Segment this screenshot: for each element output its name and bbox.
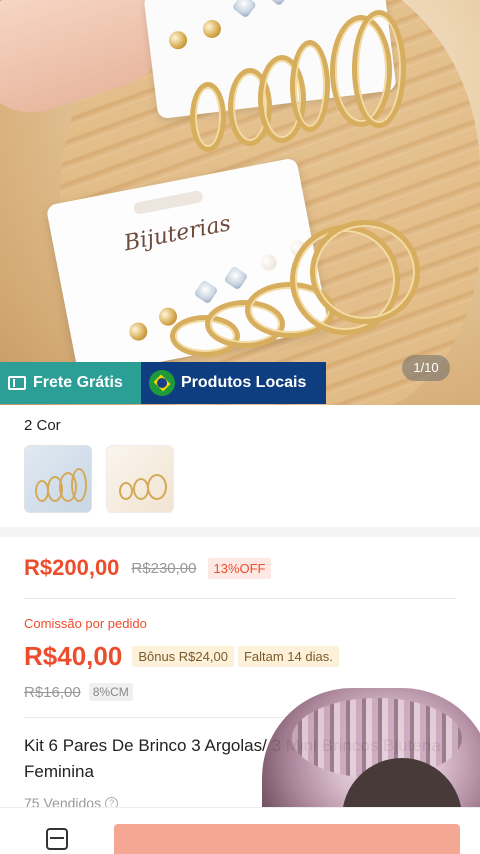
free-shipping-badge: Frete Grátis [0,362,141,404]
store-icon[interactable] [46,828,68,850]
variant-thumbnail-2[interactable] [106,445,174,513]
ticket-icon [8,376,26,390]
hoop-earring [71,468,87,502]
price-row: R$200,00 R$230,00 13%OFF [24,555,271,581]
divider-line [24,598,456,599]
pearl-earring [259,253,278,272]
brazil-flag-icon [149,370,175,396]
gem-earring [265,0,291,7]
bottom-action-bar [0,807,480,854]
variant-thumbnail-1[interactable] [24,445,92,513]
stud-earring [127,321,149,343]
commission-rate-badge: 8%CM [88,683,133,701]
primary-action-button[interactable] [114,824,460,854]
stud-earring [168,30,189,51]
original-price: R$230,00 [131,559,197,577]
product-page: Bijuterias 1/10 Frete Grátis Produtos Lo… [0,0,480,854]
hoop-earring [190,82,226,152]
commission-row: R$40,00 Bônus R$24,00 Faltam 14 dias. [24,641,339,672]
variant-title: 2 Cor [24,417,61,434]
days-remaining-tag: Faltam 14 dias. [237,646,339,667]
free-shipping-label: Frete Grátis [33,374,123,391]
current-price: R$200,00 [24,555,120,580]
hoop-earring [352,10,406,128]
promo-badges: Frete Grátis Produtos Locais [0,362,326,404]
image-counter: 1/10 [402,355,450,381]
gem-earring [223,265,249,291]
commission-label: Comissão por pedido [24,616,147,631]
local-products-label: Produtos Locais [181,374,307,391]
hoop-earring [310,220,420,324]
commission-value: R$40,00 [24,641,123,671]
card-hang-hole [132,189,204,216]
variant-section: 2 Cor [0,405,480,527]
old-commission-value: R$16,00 [24,683,81,701]
section-divider [0,527,480,537]
card-brand-text: Bijuterias [121,211,233,257]
gem-earring [231,0,257,19]
product-image-carousel[interactable]: Bijuterias 1/10 [0,0,480,405]
bonus-tag: Bônus R$24,00 [132,646,234,667]
hoop-earring [147,474,167,500]
gem-earring [193,279,219,305]
hoop-earring [119,482,133,500]
stud-earring [201,18,222,40]
local-products-badge: Produtos Locais [141,362,326,404]
commission-rate-row: R$16,00 8%CM [24,683,133,701]
discount-badge: 13%OFF [208,557,271,579]
hoop-earring [290,40,330,132]
